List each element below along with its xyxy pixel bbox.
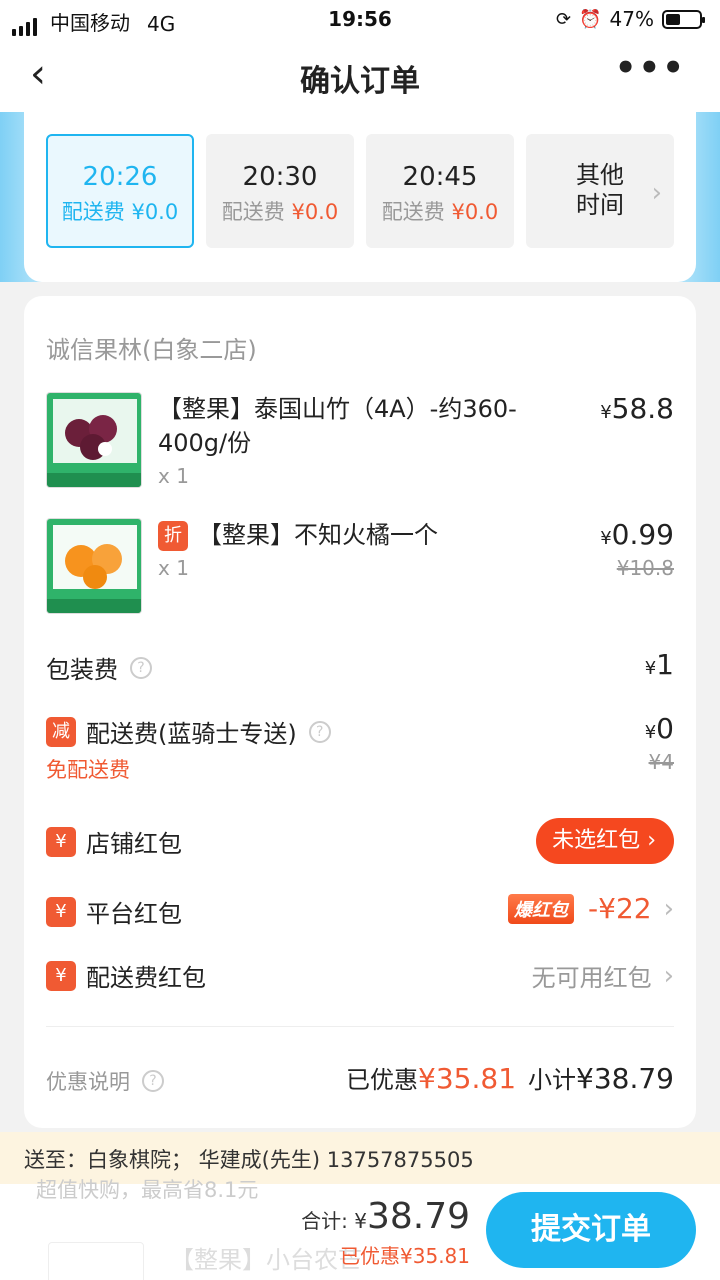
product-image-mangosteen [46, 392, 142, 488]
battery-percent: 47% [609, 7, 654, 31]
delivery-value: ¥0 [645, 712, 674, 745]
delivery-time-card: 20:26 配送费 ¥0.0 20:30 配送费 ¥0.0 20:45 配送费 … [24, 112, 696, 282]
recommend-image [48, 1242, 144, 1280]
chevron-right-icon: › [663, 960, 674, 991]
product-name: 【整果】泰国山竹（4A）-约360-400g/份 [158, 395, 517, 457]
nav-bar: ‹ 确认订单 ••• [0, 38, 720, 112]
price-value: 0.99 [611, 518, 674, 551]
divider [46, 1026, 674, 1027]
coupon-label: 店铺红包 [86, 830, 182, 858]
packing-fee-row: 包装费? [46, 650, 152, 685]
product-price: ¥0.99 [600, 518, 674, 551]
hot-coupon-badge: 爆红包 [508, 893, 575, 924]
total: 合计: ¥38.79 [301, 1196, 470, 1237]
shop-coupon-row[interactable]: ¥ 店铺红包 [46, 824, 182, 859]
slot-time: 20:26 [82, 162, 158, 192]
note-label: 优惠说明 [46, 1070, 130, 1094]
product-image-orange [46, 518, 142, 614]
slot-fee-label: 配送费 [221, 200, 285, 224]
currency: ¥ [600, 402, 612, 423]
shop-name: 诚信果林(白象二店) [46, 336, 257, 364]
help-icon: ? [142, 1070, 164, 1092]
slot-time: 20:45 [402, 162, 478, 192]
product-name-row: 折【整果】不知火橘一个 [158, 518, 438, 552]
product-price: ¥58.8 [600, 392, 674, 425]
product-qty: x 1 [158, 464, 189, 488]
product-qty: x 1 [158, 556, 189, 580]
reduce-tag: 减 [46, 716, 76, 747]
chevron-right-icon: › [651, 178, 662, 208]
total-amount: 38.79 [366, 1196, 470, 1237]
delivery-coupon-value[interactable]: 无可用红包 › [532, 958, 674, 993]
lock-rotation-icon: ⟳ [556, 8, 572, 30]
yuan-icon: ¥ [46, 896, 76, 927]
packing-value: ¥1 [645, 648, 674, 681]
status-bar: 中国移动 4G 19:56 ⟳ ⏰ 47% [0, 0, 720, 38]
free-delivery-text: 免配送费 [46, 758, 130, 782]
yuan-icon: ¥ [46, 960, 76, 991]
subtotal-amount: ¥38.79 [576, 1062, 674, 1095]
platform-coupon-row[interactable]: ¥ 平台红包 [46, 894, 182, 929]
delivery-fee-row: 减配送费(蓝骑士专送)? [46, 714, 331, 749]
delivery-amount: 0 [656, 712, 674, 745]
coupon-amount: -¥22 [588, 892, 652, 925]
delivery-coupon-row[interactable]: ¥ 配送费红包 [46, 958, 206, 993]
slot-fee: ¥0.0 [291, 200, 339, 224]
slot-fee: ¥0.0 [131, 200, 179, 224]
discount-note[interactable]: 优惠说明? [46, 1066, 164, 1096]
recommend-item: 【整果】小台农芒 [170, 1246, 362, 1274]
platform-coupon-value[interactable]: 爆红包 -¥22 › [508, 892, 674, 925]
submit-order-button[interactable]: 提交订单 [486, 1192, 696, 1268]
slot-fee-label: 配送费 [381, 200, 445, 224]
slot-time: 20:30 [242, 162, 318, 192]
subtotal-label: 小计 [528, 1066, 577, 1094]
currency: ¥ [600, 528, 612, 549]
price-value: 58.8 [611, 392, 674, 425]
packing-amount: 1 [656, 648, 674, 681]
currency: ¥ [644, 658, 657, 679]
order-card: 诚信果林(白象二店) 【整果】泰国山竹（4A）-约360-400g/份 x 1 … [24, 296, 696, 1128]
currency: ¥ [354, 1209, 367, 1233]
product-name: 【整果】不知火橘一个 [198, 521, 438, 549]
recommend-text: 超值快购，最高省8.1元 [36, 1178, 259, 1202]
select-coupon-button[interactable]: 未选红包 › [536, 818, 674, 864]
delivery-original: ¥4 [648, 750, 674, 774]
chevron-right-icon: › [663, 893, 674, 924]
slot-fee: ¥0.0 [451, 200, 499, 224]
battery-icon [662, 9, 705, 29]
currency: ¥ [644, 722, 657, 743]
coupon-action: 未选红包 [552, 828, 641, 853]
chevron-right-icon: › [647, 828, 656, 853]
total-label: 合计: [301, 1209, 348, 1233]
coupon-label: 平台红包 [86, 900, 182, 928]
slot-fee-label: 配送费 [61, 200, 125, 224]
yuan-icon: ¥ [46, 826, 76, 857]
coupon-label: 配送费红包 [86, 964, 206, 992]
packing-label: 包装费 [46, 656, 118, 684]
discount-tag: 折 [158, 521, 188, 551]
time-slot[interactable]: 20:26 配送费 ¥0.0 [46, 134, 194, 248]
help-icon[interactable]: ? [308, 720, 331, 743]
time-slot[interactable]: 20:30 配送费 ¥0.0 [206, 134, 354, 248]
alarm-icon: ⏰ [579, 8, 602, 30]
delivery-label: 配送费(蓝骑士专送) [86, 720, 297, 748]
time-slot[interactable]: 20:45 配送费 ¥0.0 [366, 134, 514, 248]
discount-amount: ¥35.81 [418, 1062, 517, 1095]
page-title: 确认订单 [300, 64, 420, 99]
summary: 已优惠 ¥35.81 小计 ¥38.79 [346, 1060, 674, 1095]
help-icon[interactable]: ? [130, 656, 152, 679]
more-icon[interactable]: ••• [615, 48, 686, 88]
saved-amount: 已优惠¥35.81 [340, 1244, 470, 1268]
coupon-status: 无可用红包 [531, 964, 652, 992]
original-price: ¥10.8 [616, 556, 674, 580]
discount-label: 已优惠 [346, 1066, 419, 1094]
other-time-slot[interactable]: 其他 时间 › [526, 134, 674, 248]
